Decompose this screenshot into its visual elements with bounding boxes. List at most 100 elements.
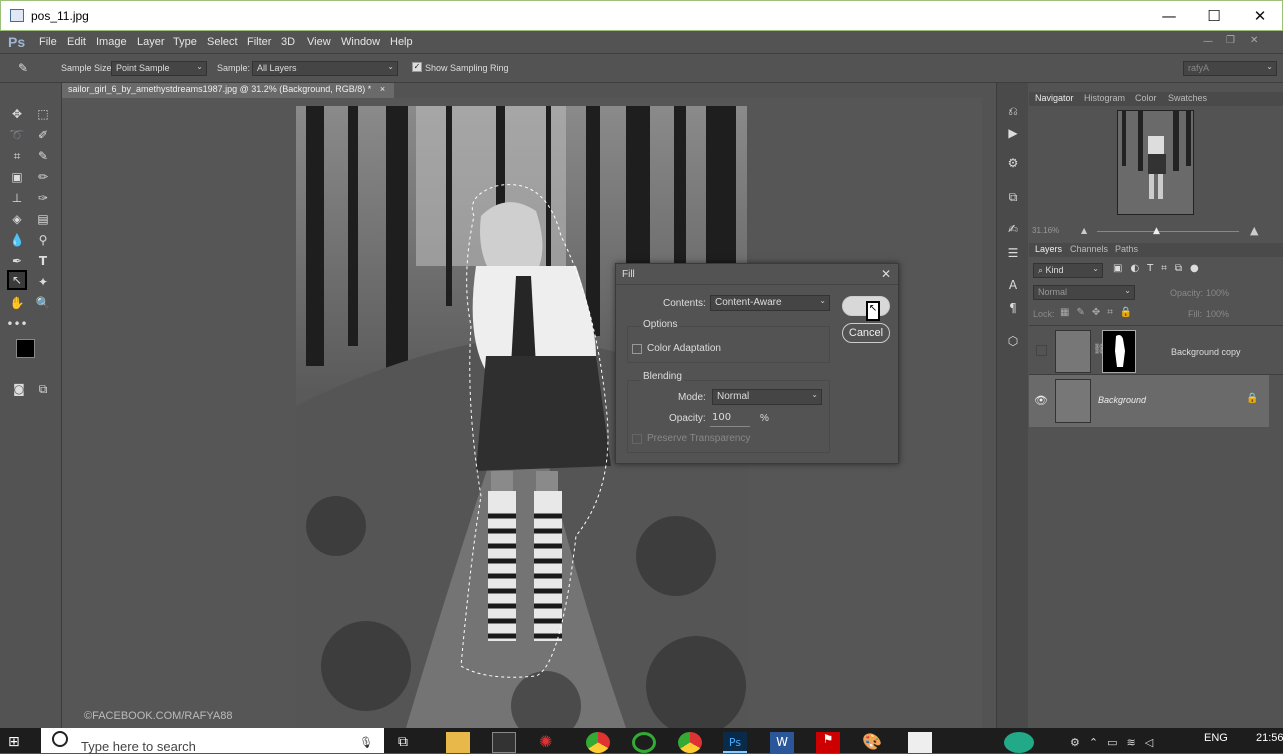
eraser-tool-icon[interactable]: ◈ [7,209,27,229]
custom-shape-icon[interactable]: ✦ [33,272,53,292]
menu-filter[interactable]: Filter [247,36,271,48]
menu-view[interactable]: View [307,36,331,48]
workspace-select[interactable]: rafyA ⌄ [1183,61,1277,76]
layer-kind-filter[interactable]: ⌕ Kind ⌄ [1033,263,1103,278]
move-tool-icon[interactable]: ✥ [7,104,27,124]
cancel-button[interactable]: Cancel [842,323,890,343]
frame-tool-icon[interactable]: ▣ [7,167,27,187]
sample-select[interactable]: All Layers ⌄ [252,61,398,76]
photoshop-taskbar-icon[interactable]: Ps [723,732,747,753]
eyedropper-icon[interactable]: ✎ [33,146,53,166]
navigator-thumbnail[interactable] [1117,110,1194,215]
type-tool-icon[interactable]: T [33,251,53,271]
path-select-tool-icon[interactable]: ↖ [7,270,27,290]
more-tools-icon[interactable]: ••• [6,314,27,334]
quick-mask-icon[interactable]: ◙ [9,379,29,399]
adjustments-panel-icon[interactable]: ☰ [1003,243,1023,263]
layer-mask-thumbnail[interactable] [1102,330,1136,373]
lasso-tool-icon[interactable]: ➰ [7,125,27,145]
system-tray-icons[interactable]: ⚙⌃▭≋◁ [1070,736,1162,749]
tab-histogram[interactable]: Histogram [1084,93,1125,103]
paragraph-panel-icon[interactable]: ¶ [1003,298,1023,318]
layer-row[interactable]: ⛓ Background copy [1029,325,1283,375]
color-adaptation-checkbox[interactable] [632,344,642,354]
contents-select[interactable]: Content-Aware ⌄ [710,295,830,311]
document-icon[interactable] [908,732,932,753]
app-restore-icon[interactable]: ❐ [1226,35,1235,46]
foreground-color-swatch[interactable] [16,339,35,358]
marquee-tool-icon[interactable]: ⬚ [33,104,53,124]
gradient-tool-icon[interactable]: ▤ [33,209,53,229]
menu-file[interactable]: File [39,36,57,48]
dodge-tool-icon[interactable]: ⚲ [33,230,53,250]
zoom-out-icon[interactable]: ▲ [1081,226,1087,235]
document-tab[interactable]: sailor_girl_6_by_amethystdreams1987.jpg … [62,83,394,98]
tab-layers[interactable]: Layers [1035,244,1062,254]
tab-navigator[interactable]: Navigator [1035,93,1074,103]
maximize-button[interactable]: ☐ [1191,1,1237,31]
blur-tool-icon[interactable]: 💧 [7,230,27,250]
tab-channels[interactable]: Channels [1070,244,1108,254]
opacity-input[interactable]: 100 [710,411,750,427]
dialog-close-icon[interactable]: ✕ [881,267,891,281]
layer-name[interactable]: Background [1098,395,1146,405]
visibility-toggle-off[interactable] [1036,345,1047,356]
pen-tool-icon[interactable]: ✒ [7,251,27,271]
chrome-icon[interactable] [678,732,702,753]
acrobat-icon[interactable]: ⚑ [816,732,840,753]
taskbar-search[interactable]: Type here to search 🎙 [41,728,384,754]
properties-panel-icon[interactable]: ⚙ [1003,153,1023,173]
circle-app-icon[interactable] [632,732,656,753]
word-icon[interactable]: W [770,732,794,753]
tab-swatches[interactable]: Swatches [1168,93,1207,103]
zoom-slider[interactable] [1097,231,1239,232]
3d-panel-icon[interactable]: ⬡ [1003,331,1023,351]
microphone-icon[interactable]: 🎙 [359,736,373,749]
menu-edit[interactable]: Edit [67,36,86,48]
file-explorer-icon[interactable] [446,732,470,753]
menu-help[interactable]: Help [390,36,413,48]
zoom-in-icon[interactable]: ▲ [1250,224,1258,237]
hand-tool-icon[interactable]: ✋ [7,293,27,313]
terminal-icon[interactable] [492,732,516,753]
paint-icon[interactable]: 🎨 [862,732,886,753]
close-icon[interactable]: × [380,84,385,94]
menu-image[interactable]: Image [96,36,127,48]
actions-play-icon[interactable]: ▶ [1003,123,1023,143]
menu-layer[interactable]: Layer [137,36,165,48]
history-brush-icon[interactable]: ✑ [33,188,53,208]
libraries-panel-icon[interactable]: ⧉ [1003,187,1023,207]
app-close-icon[interactable]: ✕ [1250,35,1258,46]
menu-select[interactable]: Select [207,36,238,48]
layer-name[interactable]: Background copy [1171,347,1241,357]
windows-start-icon[interactable]: ⊞ [8,734,20,750]
tab-paths[interactable]: Paths [1115,244,1138,254]
eyedropper-tool-icon[interactable]: ✎ [18,61,28,75]
task-view-icon[interactable]: ⧉ [398,732,422,753]
layer-row-selected[interactable]: 👁 Background 🔒 [1029,375,1269,427]
layer-blend-select[interactable]: Normal ⌄ [1033,285,1135,300]
close-button[interactable]: ✕ [1237,1,1283,31]
zoom-slider-handle[interactable]: ▲ [1153,226,1160,236]
menu-3d[interactable]: 3D [281,36,295,48]
character-panel-icon[interactable]: A [1003,275,1023,295]
app-minimize-icon[interactable]: — [1203,36,1213,47]
stamp-tool-icon[interactable]: ⊥ [7,188,27,208]
chrome-icon[interactable] [586,732,610,753]
menu-type[interactable]: Type [173,36,197,48]
menu-window[interactable]: Window [341,36,380,48]
mode-select[interactable]: Normal ⌄ [712,389,822,405]
activity-monitor-icon[interactable] [1004,732,1034,753]
quick-select-tool-icon[interactable]: ✐ [33,125,53,145]
lock-icons[interactable]: ▦✎✥⌗🔒 [1060,307,1139,318]
language-indicator[interactable]: ENG [1204,732,1228,744]
fill-value[interactable]: 100% [1206,309,1229,319]
minimize-button[interactable]: — [1146,1,1192,31]
spider-app-icon[interactable]: ✺ [539,732,563,753]
tab-color[interactable]: Color [1135,93,1157,103]
navigator-zoom[interactable]: 31.16% [1032,226,1059,235]
opacity-value[interactable]: 100% [1206,288,1229,298]
show-ring-checkbox[interactable]: ✓ [412,62,422,72]
history-panel-icon[interactable]: ⎌ [1003,101,1023,121]
sample-size-select[interactable]: Point Sample ⌄ [111,61,207,76]
